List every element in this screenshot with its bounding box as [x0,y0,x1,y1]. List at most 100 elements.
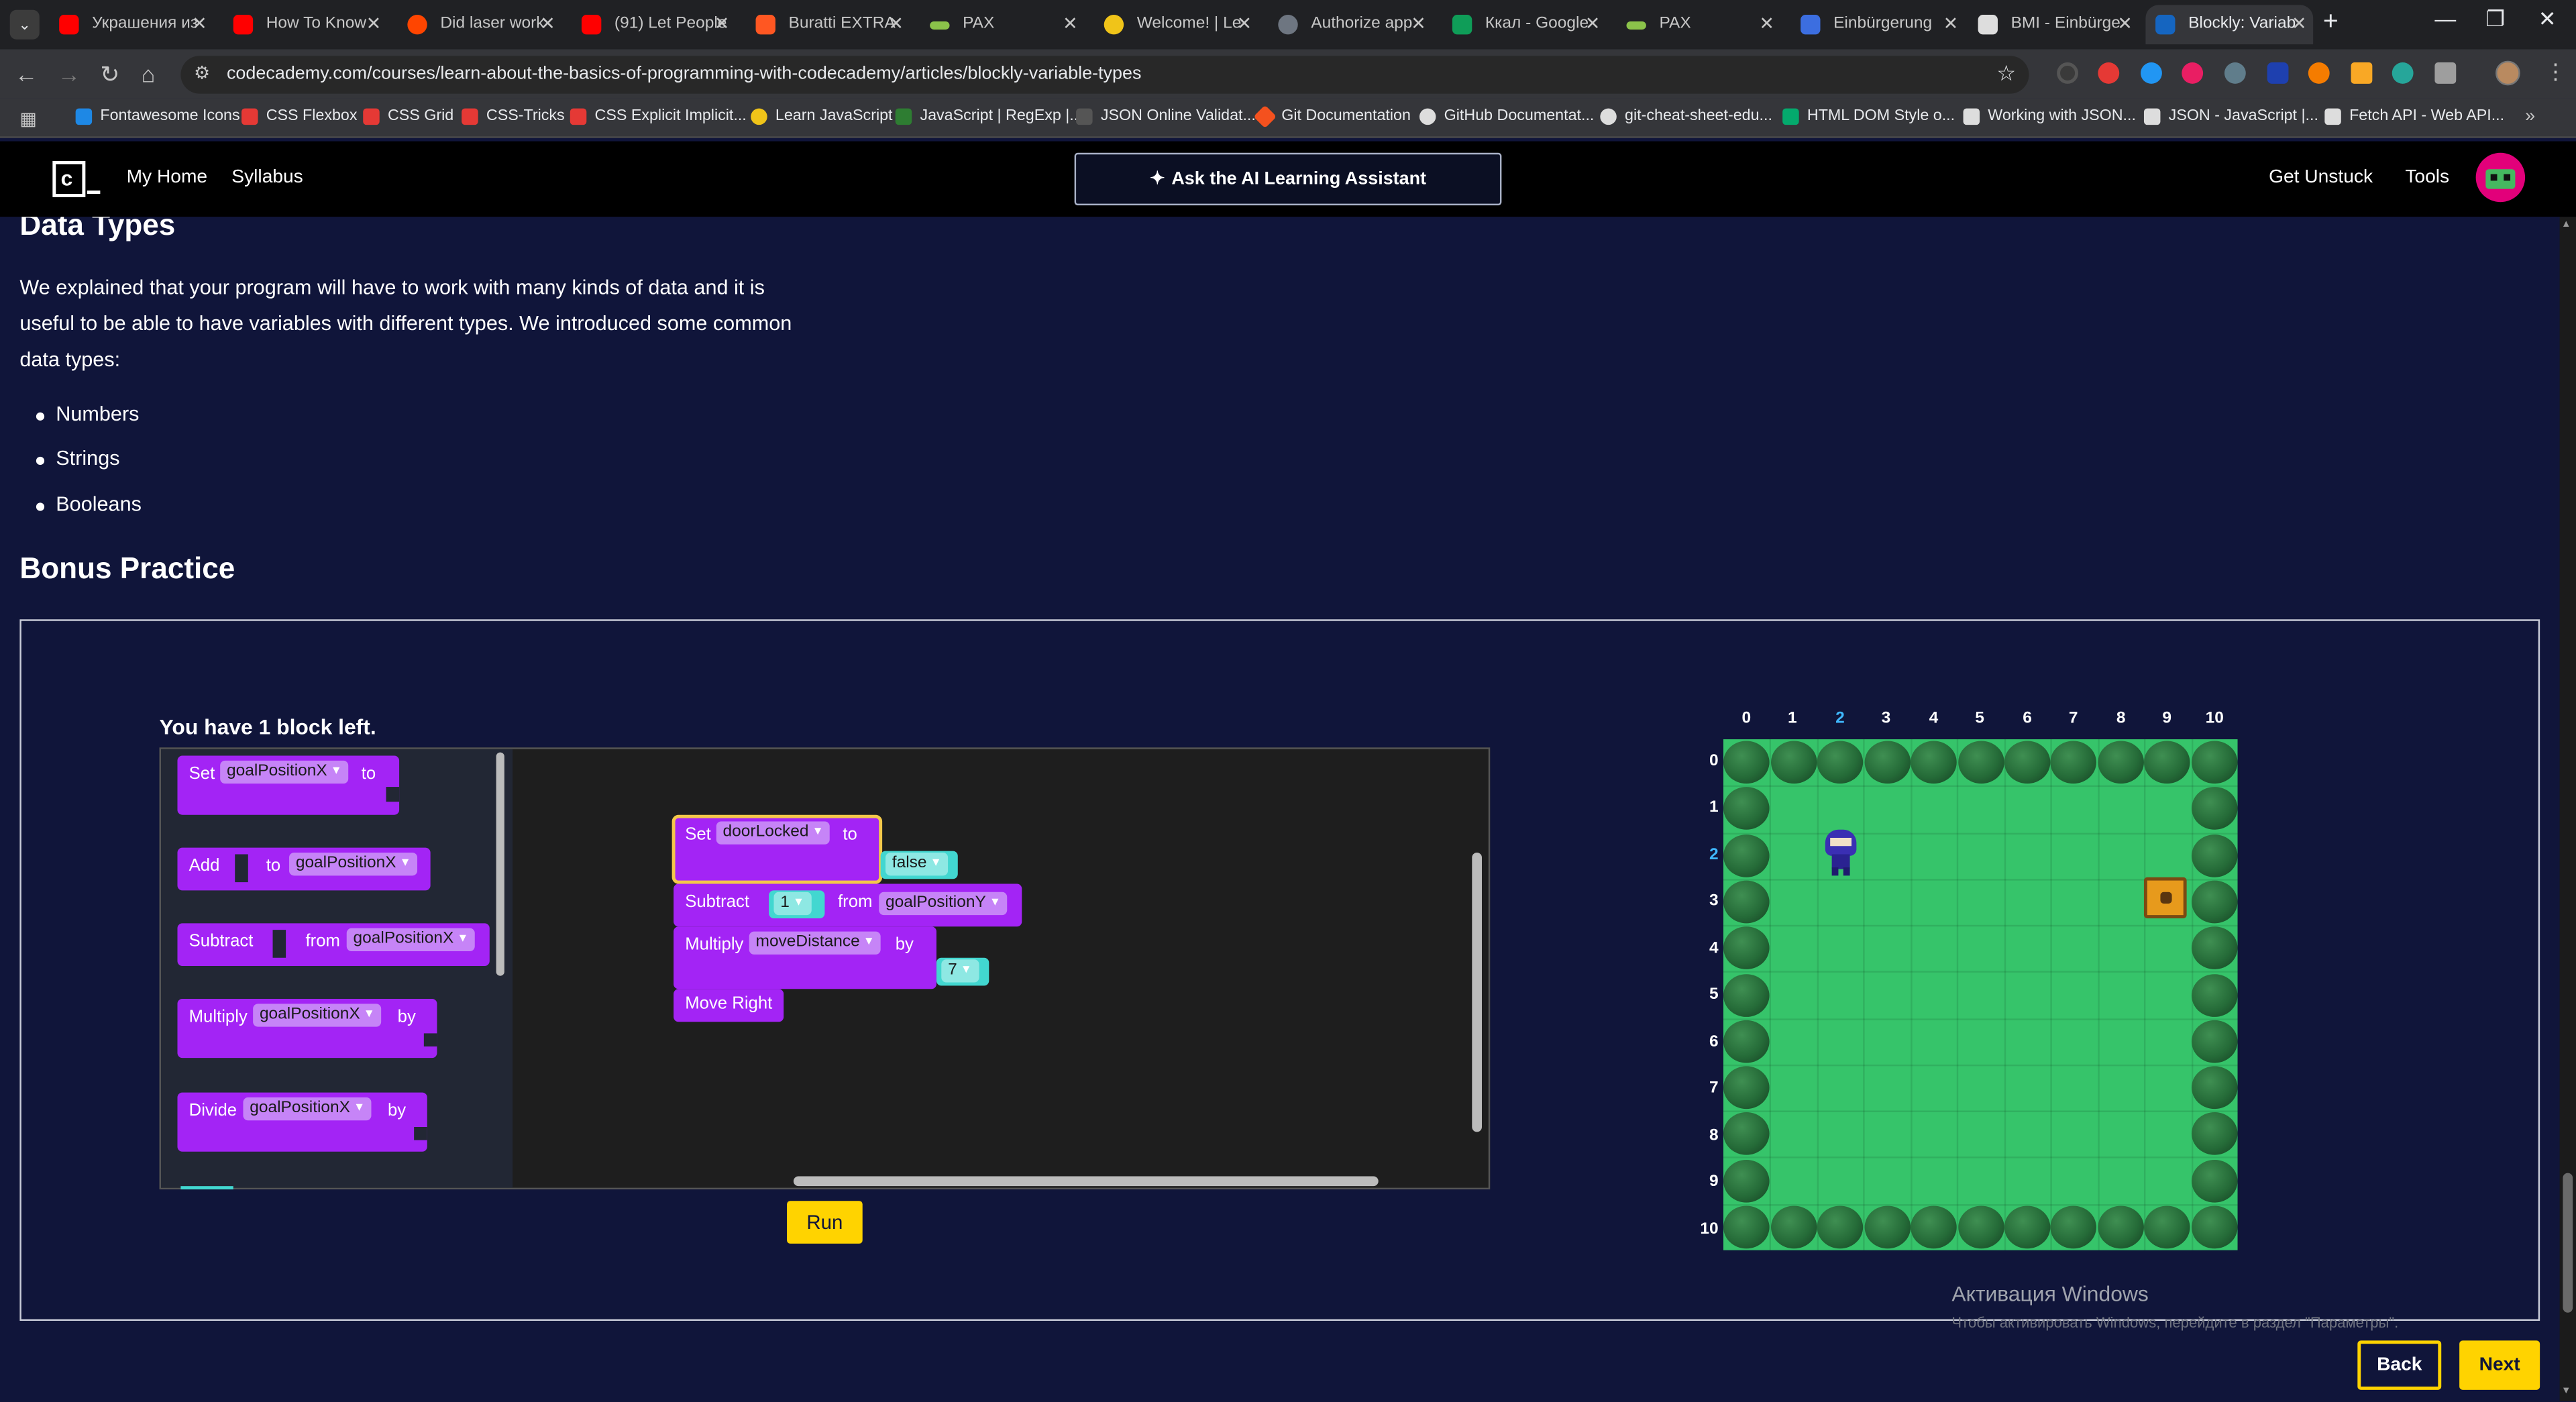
get-unstuck-menu[interactable]: Get Unstuck [2269,168,2373,187]
boolean-dropdown[interactable]: false ▼ [885,853,949,876]
bookmark[interactable]: HTML DOM Style o... [1782,107,1955,125]
bookmark[interactable]: GitHub Documentat... [1419,107,1594,125]
tab-8[interactable]: Authorize app ✕ [1269,5,1433,44]
bookmark[interactable]: JSON Online Validat... [1076,107,1256,125]
codecademy-logo[interactable]: c [52,161,86,197]
address-bar[interactable]: ⚙ codecademy.com/courses/learn-about-the… [180,56,2029,94]
site-info-icon[interactable]: ⚙ [194,62,210,84]
close-icon[interactable]: ✕ [1411,5,1426,44]
number-dropdown[interactable]: 1 ▼ [773,892,811,916]
menu-kebab-icon[interactable]: ⋮ [2545,59,2567,85]
bookmark[interactable]: Working with JSON... [1963,107,2136,125]
subtract-block[interactable]: Subtract from goalPositionX ▼ [177,923,490,967]
close-icon[interactable]: ✕ [1063,5,1078,44]
variable-dropdown[interactable]: goalPositionX ▼ [346,928,476,951]
next-button[interactable]: Next [2459,1340,2540,1390]
tab-6[interactable]: PAX ✕ [920,5,1084,44]
variable-dropdown[interactable]: doorLocked ▼ [716,821,830,845]
nav-syllabus[interactable]: Syllabus [231,168,303,187]
variable-dropdown[interactable]: goalPositionX ▼ [220,760,349,784]
tab-5[interactable]: Buratti EXTRA ✕ [746,5,910,44]
block-flyout[interactable]: Set goalPositionX ▼ to Add to goalPositio… [161,749,513,1190]
tab-search-icon[interactable]: ⌄ [9,9,40,40]
close-icon[interactable]: ✕ [2292,5,2307,44]
new-tab-icon[interactable]: + [2323,8,2339,38]
bookmark[interactable]: CSS Flexbox [241,107,358,125]
home-icon[interactable]: ⌂ [142,61,156,87]
bookmark[interactable]: CSS Explicit Implicit... [570,107,747,125]
subtract-goalpositiony-block[interactable]: Subtract 1 ▼ from goalPositionY ▼ [674,883,1022,927]
tab-12[interactable]: BMI - Einbürge ✕ [1968,5,2139,44]
tab-7[interactable]: Welcome! | Le ✕ [1094,5,1258,44]
bookmark[interactable]: Fetch API - Web API... [2324,107,2504,125]
close-icon[interactable]: ✕ [540,5,555,44]
add-block[interactable]: Add to goalPositionX ▼ [177,847,431,891]
blockly-workspace[interactable]: Set goalPositionX ▼ to Add to goalPositio… [159,747,1491,1190]
variable-dropdown[interactable]: goalPositionY ▼ [879,892,1008,916]
scrollbar-thumb[interactable] [2563,1173,2573,1313]
bookmark[interactable]: Learn JavaScript [751,107,893,125]
nav-my-home[interactable]: My Home [127,168,207,187]
bookmark[interactable]: JSON - JavaScript |... [2143,107,2318,125]
tab-9[interactable]: Ккал - Google ✕ [1442,5,1607,44]
scroll-up-icon[interactable]: ▲ [2561,220,2571,230]
variable-dropdown[interactable]: goalPositionX ▼ [253,1004,382,1027]
close-icon[interactable]: ✕ [1237,5,1252,44]
tab-1[interactable]: Украшения из ✕ [49,5,213,44]
divide-block[interactable]: Divide goalPositionX ▼ by [177,1092,427,1152]
bookmark[interactable]: CSS Grid [363,107,453,125]
forward-arrow-icon[interactable]: → [58,61,80,87]
metamask-icon[interactable] [2308,62,2330,84]
back-arrow-icon[interactable]: ← [15,61,38,87]
tab-2[interactable]: How To Know ✕ [223,5,388,44]
set-block[interactable]: Set goalPositionX ▼ to [177,755,400,815]
minimize-icon[interactable]: — [2434,7,2456,32]
bookmark[interactable]: CSS-Tricks [462,107,565,125]
bookmark[interactable]: JavaScript | RegExp |... [895,107,1083,125]
bookmark-star-icon[interactable]: ☆ [1996,61,2016,87]
variable-dropdown[interactable]: goalPositionX ▼ [243,1097,372,1121]
close-icon[interactable]: ✕ [1943,5,1959,44]
workspace-vertical-scrollbar[interactable] [1472,853,1482,1132]
boolean-block[interactable]: false ▼ [880,851,958,879]
bookmarks-more-icon[interactable]: » [2525,107,2535,126]
variable-dropdown[interactable]: moveDistance ▼ [749,931,881,955]
tab-active[interactable]: Blockly: Variab ✕ [2145,5,2314,45]
restore-icon[interactable]: ❐ [2485,7,2505,33]
puzzle-icon[interactable] [2434,62,2457,84]
adblock-icon[interactable] [2098,62,2120,84]
extension-icon[interactable] [2351,62,2373,84]
flyout-scrollbar[interactable] [496,752,504,976]
tab-10[interactable]: PAX ✕ [1617,5,1781,44]
close-icon[interactable]: ✕ [192,5,207,44]
apps-grid-icon[interactable]: ▦ [19,109,36,129]
user-avatar[interactable] [2475,152,2526,203]
set-doorlocked-block[interactable]: Set doorLocked ▼ to [672,814,883,884]
close-icon[interactable]: ✕ [2117,5,2133,44]
tab-4[interactable]: (91) Let People ✕ [572,5,736,44]
extension-icon[interactable] [2057,62,2078,84]
profile-avatar[interactable] [2496,60,2520,86]
tab-3[interactable]: Did laser work ✕ [398,5,562,44]
bookmark[interactable]: git-cheat-sheet-edu... [1600,107,1772,125]
bookmark[interactable]: Fontawesome Icons [75,107,240,125]
number-block[interactable]: 7 ▼ [936,957,989,986]
multiply-movedistance-block[interactable]: Multiply moveDistance ▼ by [674,926,936,989]
reload-icon[interactable]: ↻ [100,61,119,87]
number-block[interactable]: 1 ▼ [769,890,825,918]
window-close-icon[interactable]: ✕ [2538,7,2557,33]
ask-ai-button[interactable]: ✦ Ask the AI Learning Assistant [1074,152,1502,206]
extension-icon[interactable] [2141,62,2162,84]
workspace-horizontal-scrollbar[interactable] [793,1176,1379,1187]
bookmark[interactable]: Git Documentation [1253,105,1411,129]
scroll-down-icon[interactable]: ▼ [2561,1387,2571,1397]
close-icon[interactable]: ✕ [888,5,904,44]
number-dropdown[interactable]: 7 ▼ [941,959,979,983]
close-icon[interactable]: ✕ [366,5,382,44]
close-icon[interactable]: ✕ [714,5,730,44]
shield-icon[interactable] [2267,62,2289,84]
close-icon[interactable]: ✕ [1585,5,1601,44]
extension-icon[interactable] [2182,62,2204,84]
close-icon[interactable]: ✕ [1759,5,1774,44]
run-button[interactable]: Run [787,1201,863,1244]
